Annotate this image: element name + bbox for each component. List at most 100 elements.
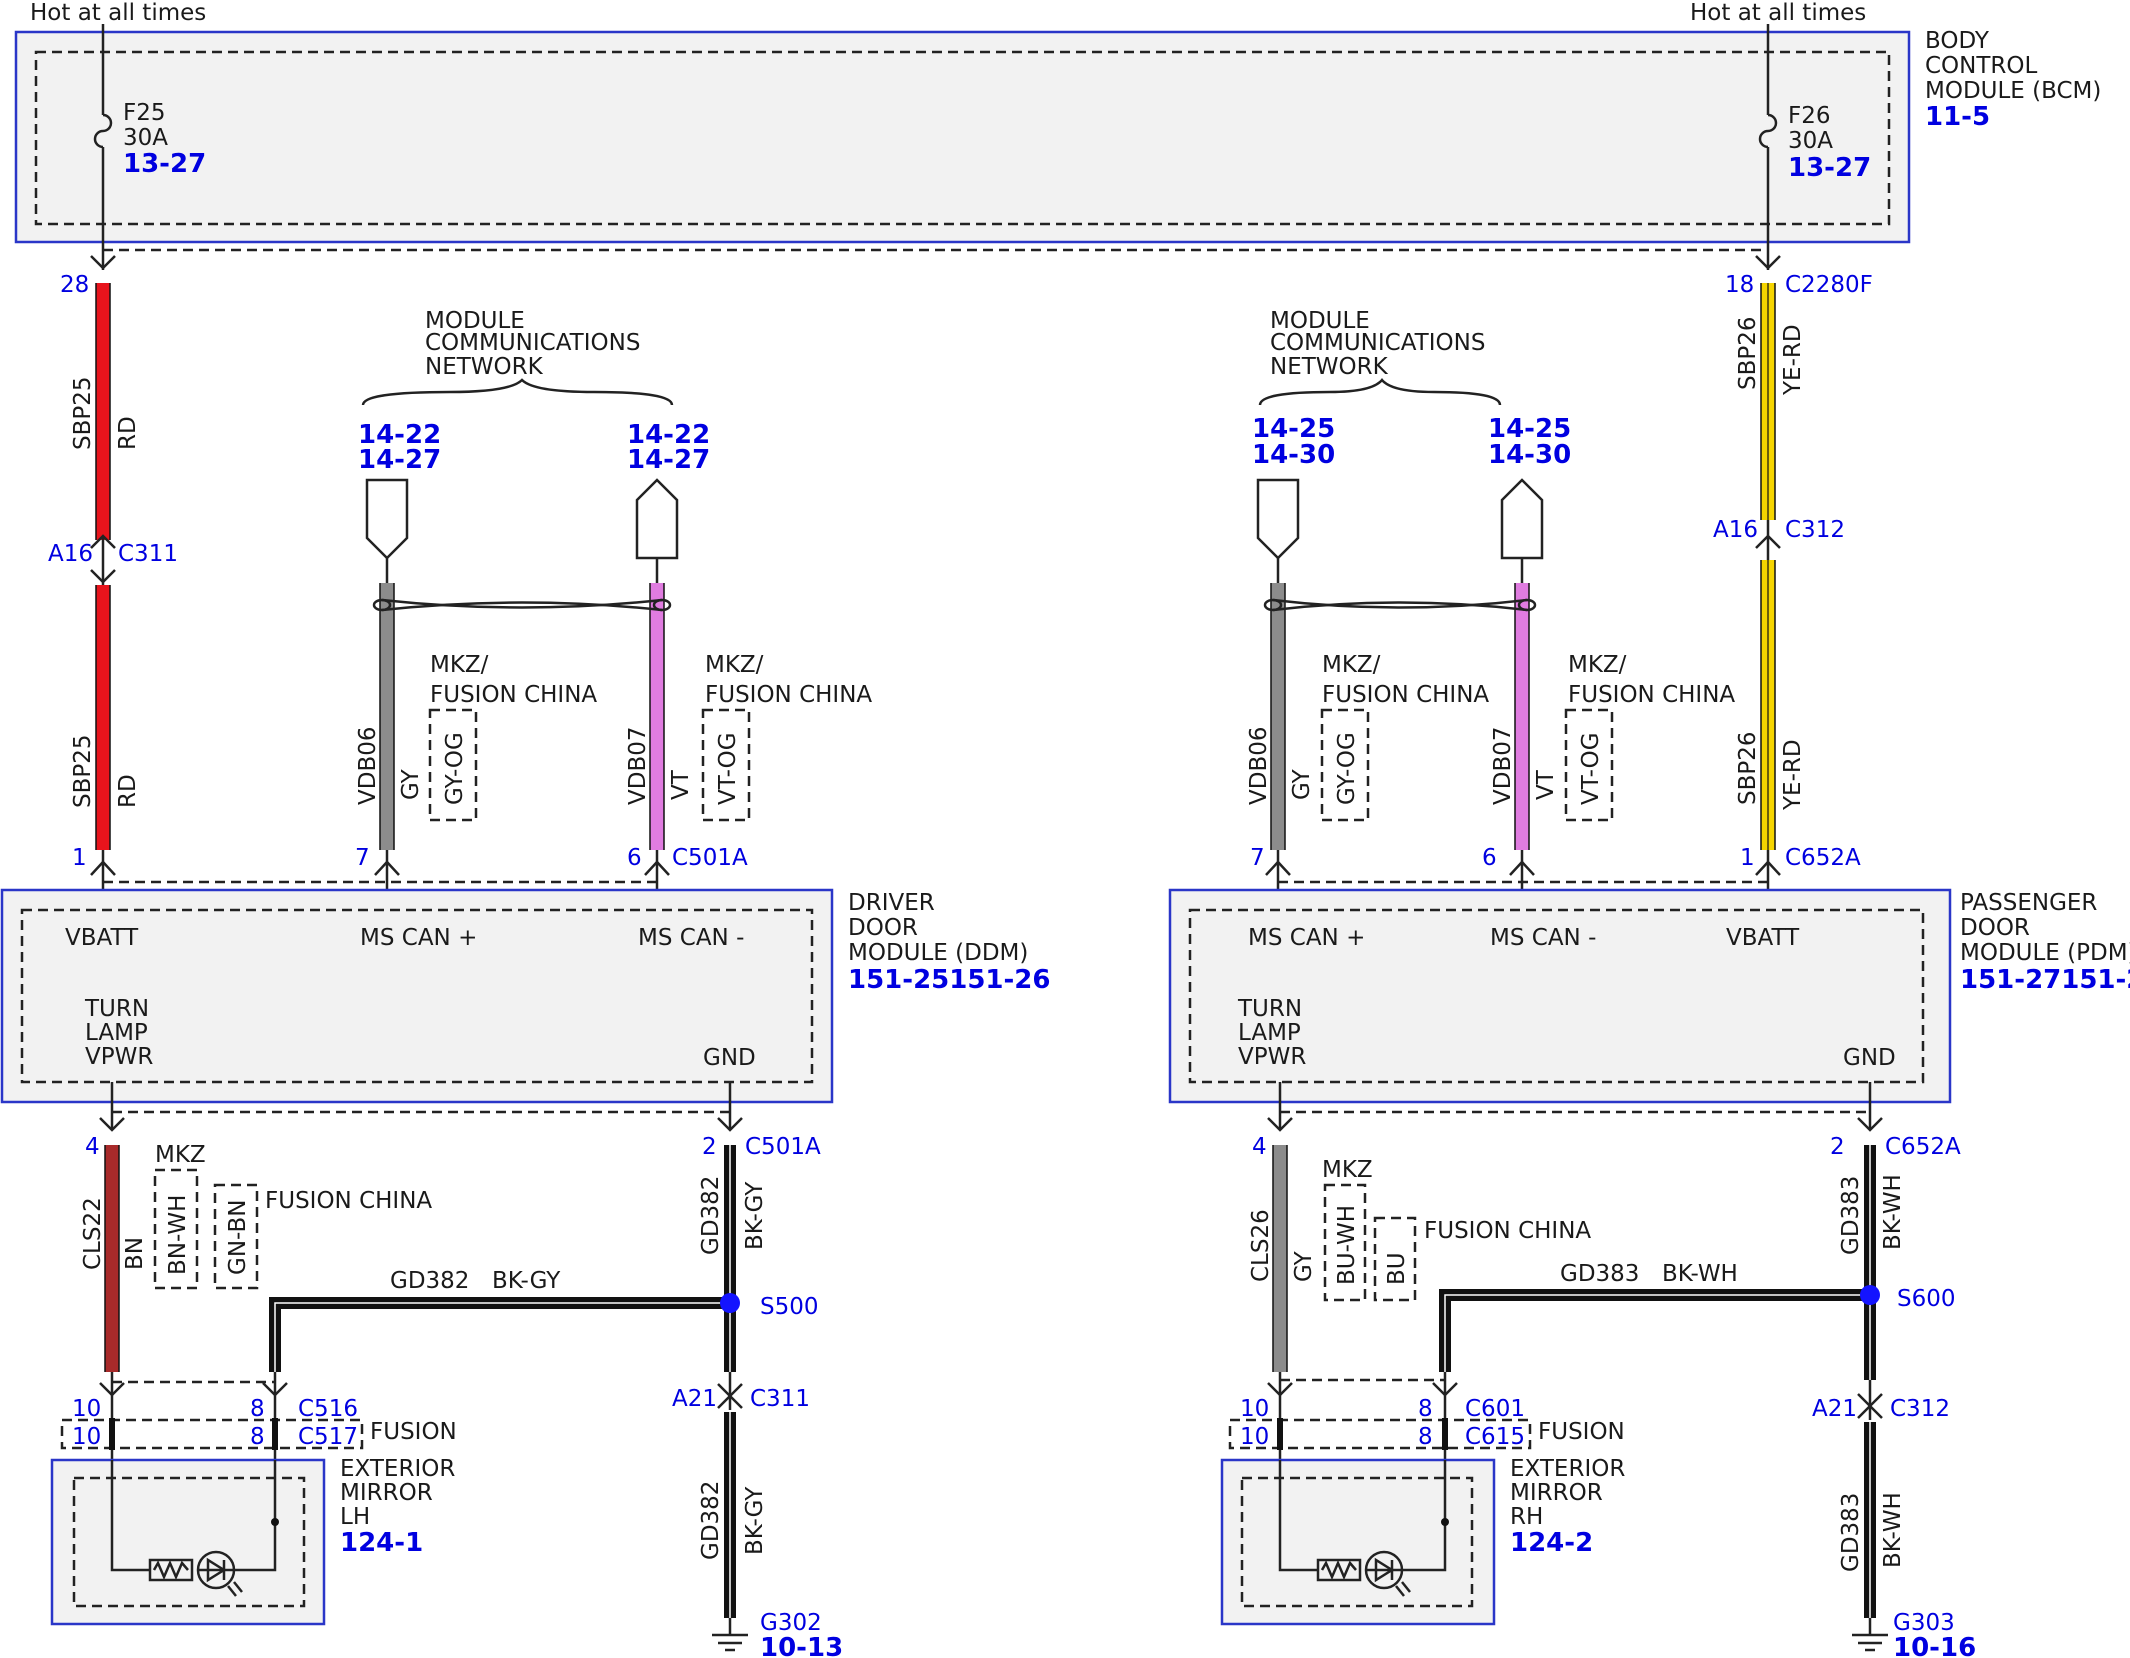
pdm-turn-2: LAMP: [1238, 1020, 1301, 1046]
conn-c601-pin-10: 10: [1240, 1396, 1269, 1422]
connector-c517: C517: [298, 1424, 358, 1450]
net-left-minus-option-2: FUSION CHINA: [705, 682, 872, 708]
connector-c312-top: C312: [1785, 517, 1845, 543]
vdb07-left-alt: VT-OG: [715, 732, 741, 805]
cls22-circuit: CLS22: [80, 1197, 106, 1270]
gd382-color-lower: BK-GY: [742, 1486, 768, 1555]
vdb07-left-color: VT: [668, 769, 694, 800]
pin-a16-right: A16: [1713, 517, 1758, 543]
mirror-lh-title-1: EXTERIOR: [340, 1456, 455, 1482]
pdm-ref: 151-27151-28: [1960, 965, 2130, 995]
mirror-lh-ref: 124-1: [340, 1528, 423, 1558]
conn-c601-pin-8: 8: [1418, 1396, 1433, 1422]
network-left-brace: [361, 378, 674, 406]
pin-28: 28: [60, 272, 89, 298]
gd383-color-lower: BK-WH: [1880, 1492, 1906, 1568]
pin-4-right: 4: [1252, 1134, 1267, 1160]
ddm-gnd: GND: [703, 1045, 756, 1071]
conn-c615-pin-8: 8: [1418, 1424, 1433, 1450]
right-mkz-color: BU-WH: [1334, 1205, 1360, 1285]
gd383-color-upper: BK-WH: [1880, 1174, 1906, 1250]
net-right-minus-option-2: FUSION CHINA: [1568, 682, 1735, 708]
sbp25-color-upper: RD: [115, 416, 141, 450]
connector-c311-bottom: C311: [750, 1386, 810, 1412]
vdb07-right-alt: VT-OG: [1578, 732, 1604, 805]
gd382-circuit-lower: GD382: [698, 1481, 724, 1560]
ddm-title-3: MODULE (DDM): [848, 940, 1028, 966]
vdb06-right-circuit: VDB06: [1246, 727, 1272, 806]
fuse-f25-rating: 30A: [123, 125, 168, 151]
pin-a21-right: A21: [1812, 1396, 1857, 1422]
pin-7-left: 7: [355, 845, 370, 871]
splice-s600-label: S600: [1897, 1286, 1956, 1312]
net-left-plus-option-2: FUSION CHINA: [430, 682, 597, 708]
pin-a16-left: A16: [48, 541, 93, 567]
connector-c2280f: C2280F: [1785, 272, 1873, 298]
splice-s600: [1860, 1285, 1880, 1305]
connector-c501a-top: C501A: [672, 845, 748, 871]
net-right-plus-ref-2: 14-30: [1252, 440, 1335, 470]
vdb07-right-circuit: VDB07: [1490, 727, 1516, 806]
branch-gd383-circuit: GD383: [1560, 1261, 1639, 1287]
pdm-turn-1: TURN: [1237, 996, 1302, 1022]
vdb06-left-circuit: VDB06: [355, 727, 381, 806]
ddm-turn-1: TURN: [84, 996, 149, 1022]
bcm-title-3: MODULE (BCM): [1925, 78, 2101, 104]
pin-6-right: 6: [1482, 845, 1497, 871]
ddm-can-minus: MS CAN -: [638, 925, 744, 951]
fuse-f25-ref: 13-27: [123, 149, 206, 179]
left-mkz-label: MKZ: [155, 1142, 206, 1168]
splice-s500-label: S500: [760, 1294, 819, 1320]
conn-c516-pin-10: 10: [72, 1396, 101, 1422]
net-right-plus-option-1: MKZ/: [1322, 652, 1381, 678]
mirror-rh-title-3: RH: [1510, 1504, 1543, 1530]
ddm-turn-2: LAMP: [85, 1020, 148, 1046]
ddm-ref: 151-25151-26: [848, 965, 1051, 995]
pdm-gnd: GND: [1843, 1045, 1896, 1071]
fuse-f26-ref: 13-27: [1788, 153, 1871, 183]
ground-g303-ref: 10-16: [1893, 1633, 1976, 1658]
pdm-can-plus: MS CAN +: [1248, 925, 1365, 951]
left-fc-label: FUSION CHINA: [265, 1188, 432, 1214]
wire-gd383-branch: [1439, 1289, 1870, 1372]
gd383-circuit-lower: GD383: [1838, 1493, 1864, 1572]
network-right-label-2: COMMUNICATIONS: [1270, 330, 1485, 356]
right-fc-label: FUSION CHINA: [1424, 1218, 1591, 1244]
mirror-rh-ref: 124-2: [1510, 1528, 1593, 1558]
net-left-minus-option-1: MKZ/: [705, 652, 764, 678]
net-right-minus-ref-2: 14-30: [1488, 440, 1571, 470]
sbp26-circuit-lower: SBP26: [1735, 731, 1761, 805]
ground-g302-ref: 10-13: [760, 1633, 843, 1658]
mirror-lh-title-2: MIRROR: [340, 1480, 433, 1506]
pdm-can-minus: MS CAN -: [1490, 925, 1596, 951]
pin-a21-left: A21: [672, 1386, 717, 1412]
pdm-title-1: PASSENGER: [1960, 890, 2097, 916]
vdb06-left-color: GY: [398, 768, 424, 800]
vdb07-left-circuit: VDB07: [625, 727, 651, 806]
vdb06-left-alt: GY-OG: [442, 732, 468, 805]
net-left-plus-connector: [365, 478, 409, 560]
pdm-turn-3: VPWR: [1238, 1044, 1306, 1070]
pin-7-right: 7: [1250, 845, 1265, 871]
network-left-label-2: COMMUNICATIONS: [425, 330, 640, 356]
cls22-color: BN: [122, 1237, 148, 1270]
connector-c516: C516: [298, 1396, 358, 1422]
net-left-minus-ref-2: 14-27: [627, 445, 710, 475]
ddm-vbatt: VBATT: [65, 925, 139, 951]
connector-c615: C615: [1465, 1424, 1525, 1450]
pdm-vbatt: VBATT: [1726, 925, 1800, 951]
vdb06-right-color: GY: [1289, 768, 1315, 800]
net-right-plus-option-2: FUSION CHINA: [1322, 682, 1489, 708]
connector-c652a-bottom: C652A: [1885, 1134, 1961, 1160]
net-right-minus-option-1: MKZ/: [1568, 652, 1627, 678]
splice-s500: [720, 1293, 740, 1313]
ddm-title-2: DOOR: [848, 915, 918, 941]
net-left-plus-ref-2: 14-27: [358, 445, 441, 475]
right-fusion-note: FUSION: [1538, 1419, 1625, 1445]
pin-2-right: 2: [1830, 1134, 1845, 1160]
vdb07-right-color: VT: [1533, 769, 1559, 800]
sbp26-color-upper: YE-RD: [1780, 324, 1806, 396]
pin-2-left: 2: [702, 1134, 717, 1160]
right-fc-color: BU: [1384, 1252, 1410, 1285]
ddm-turn-3: VPWR: [85, 1044, 153, 1070]
